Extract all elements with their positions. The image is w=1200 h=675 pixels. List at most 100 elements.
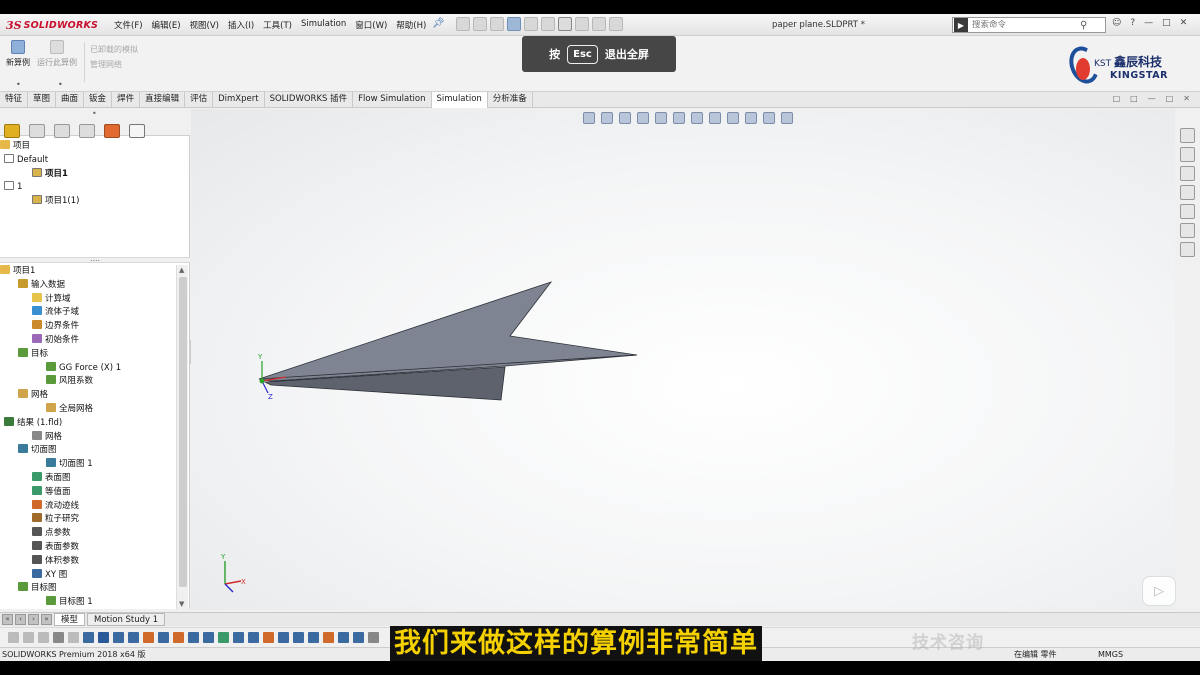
solidworks-resources-icon[interactable] — [1180, 128, 1195, 143]
view-palette-icon[interactable] — [1180, 185, 1195, 200]
print-icon[interactable] — [524, 17, 538, 31]
home-icon[interactable] — [456, 17, 470, 31]
close-button[interactable]: ✕ — [1180, 18, 1188, 28]
flow-tool-icon[interactable] — [218, 632, 229, 643]
menu-item[interactable]: 插入(I) — [228, 19, 254, 31]
prev-tab-icon[interactable]: ‹ — [15, 614, 26, 625]
flow-tool-icon[interactable] — [248, 632, 259, 643]
tree-item[interactable]: Default — [0, 153, 188, 168]
tab-command[interactable]: SOLIDWORKS 插件 — [265, 92, 354, 108]
tree-item[interactable]: 目标 — [0, 347, 176, 362]
help-icon[interactable]: ? — [1130, 18, 1135, 28]
tree-item[interactable]: 等值面 — [0, 485, 176, 500]
tab-command[interactable]: Flow Simulation — [353, 92, 432, 108]
dimxpert-tab-icon[interactable] — [79, 124, 95, 138]
scroll-thumb[interactable] — [179, 277, 187, 587]
undo-icon[interactable] — [541, 17, 555, 31]
options-gear-icon[interactable] — [609, 17, 623, 31]
solidworks-logo[interactable]: 3S SOLIDWORKS — [6, 17, 98, 33]
tree-item[interactable]: 计算域 — [0, 292, 176, 307]
flow-tool-icon[interactable] — [158, 632, 169, 643]
graphics-area[interactable]: Y Z Y X — [191, 109, 1175, 610]
user-icon[interactable]: ☺ — [1112, 18, 1121, 28]
flow-tool-icon[interactable] — [338, 632, 349, 643]
paper-plane-top-face[interactable] — [258, 281, 638, 382]
flow-tool-icon[interactable] — [188, 632, 199, 643]
flow-tool-icon[interactable] — [8, 632, 19, 643]
flow-tool-icon[interactable] — [323, 632, 334, 643]
next-tab-icon[interactable]: › — [28, 614, 39, 625]
menu-item[interactable]: 工具(T) — [263, 19, 292, 31]
tab-command[interactable]: 评估 — [185, 92, 214, 108]
design-library-icon[interactable] — [1180, 147, 1195, 162]
tab-motion-study[interactable]: Motion Study 1 — [87, 613, 166, 626]
tree-item[interactable]: 流体子域 — [0, 306, 176, 320]
tree-item[interactable]: 初始条件 — [0, 333, 176, 348]
tree-root[interactable]: 项目 — [0, 140, 188, 154]
flow-tool-icon[interactable] — [68, 632, 79, 643]
unit-system[interactable]: MMGS — [1098, 648, 1123, 661]
scroll-up-icon[interactable]: ▲ — [179, 266, 184, 274]
tree-item[interactable]: 结果 (1.fld) — [0, 416, 176, 431]
tree-item[interactable]: 项目1 — [0, 167, 188, 182]
tree-item[interactable]: 粒子研究 — [0, 513, 176, 527]
flow-tool-icon[interactable] — [368, 632, 379, 643]
tree-item[interactable]: 输入数据 — [0, 278, 176, 293]
flow-tool-icon[interactable] — [263, 632, 274, 643]
tree-item[interactable]: 项目1(1) — [0, 195, 188, 209]
tree-item[interactable]: 1 — [0, 181, 188, 195]
pin-icon[interactable]: 📌︎ — [432, 18, 445, 29]
tree-item[interactable]: 风阻系数 — [0, 375, 176, 389]
open-file-icon[interactable] — [490, 17, 504, 31]
expand-icon[interactable]: □ — [1113, 94, 1121, 103]
display-manager-tab-icon[interactable] — [104, 124, 120, 138]
flow-tool-icon[interactable] — [113, 632, 124, 643]
tab-command[interactable]: 草图 — [28, 92, 57, 108]
tree-item[interactable]: 体积参数 — [0, 554, 176, 569]
tab-command[interactable]: 钣金 — [84, 92, 113, 108]
flow-simulation-tab-icon[interactable] — [129, 124, 145, 138]
search-scope-icon[interactable]: ▶ — [954, 18, 968, 32]
appearances-icon[interactable] — [1180, 204, 1195, 219]
tree-item[interactable]: 切面图 — [0, 444, 176, 458]
search-input[interactable] — [968, 20, 1080, 30]
tree-item[interactable]: 边界条件 — [0, 320, 176, 334]
flow-tool-icon[interactable] — [233, 632, 244, 643]
flow-tool-icon[interactable] — [38, 632, 49, 643]
restore-doc-icon[interactable]: □ — [1166, 94, 1174, 103]
tree-scrollbar[interactable]: ▲ ▼ — [176, 265, 188, 609]
tab-command[interactable]: 曲面 — [56, 92, 85, 108]
restore-icon[interactable]: □ — [1130, 94, 1138, 103]
tree-item[interactable]: 点参数 — [0, 527, 176, 541]
custom-properties-icon[interactable] — [1180, 223, 1195, 238]
command-search[interactable]: ▶ ⚲ — [952, 17, 1106, 33]
flow-tool-icon[interactable] — [98, 632, 109, 643]
flow-tool-icon[interactable] — [128, 632, 139, 643]
new-case-button[interactable]: 新算例 — [3, 40, 33, 68]
flow-tool-icon[interactable] — [143, 632, 154, 643]
tree-item[interactable]: 表面图 — [0, 471, 176, 486]
featuremanager-tab-icon[interactable] — [4, 124, 20, 138]
flow-tool-icon[interactable] — [83, 632, 94, 643]
tree-item[interactable]: 切面图 1 — [0, 458, 176, 472]
menu-item[interactable]: 编辑(E) — [152, 19, 181, 31]
restore-button[interactable]: □ — [1162, 18, 1171, 28]
tree-item[interactable]: 目标图 — [0, 582, 176, 596]
tree-item[interactable]: GG Force (X) 1 — [0, 361, 176, 376]
tab-command[interactable]: 特征 — [0, 92, 29, 108]
flow-tool-icon[interactable] — [203, 632, 214, 643]
panel-handle[interactable]: • — [92, 109, 97, 118]
scroll-down-icon[interactable]: ▼ — [179, 600, 184, 608]
minimize-button[interactable]: — — [1144, 18, 1153, 28]
configurationmanager-tab-icon[interactable] — [54, 124, 70, 138]
tree-item[interactable]: 网格 — [0, 430, 176, 445]
first-tab-icon[interactable]: « — [2, 614, 13, 625]
dropdown-dot[interactable]: • — [16, 80, 21, 89]
tab-command[interactable]: DimXpert — [213, 92, 265, 108]
last-tab-icon[interactable]: » — [41, 614, 52, 625]
tab-command[interactable]: Simulation — [431, 92, 488, 108]
tab-command[interactable]: 焊件 — [112, 92, 141, 108]
dropdown-dot[interactable]: • — [58, 80, 63, 89]
menu-item[interactable]: 窗口(W) — [355, 19, 387, 31]
tree-item[interactable]: 流动迹线 — [0, 499, 176, 514]
